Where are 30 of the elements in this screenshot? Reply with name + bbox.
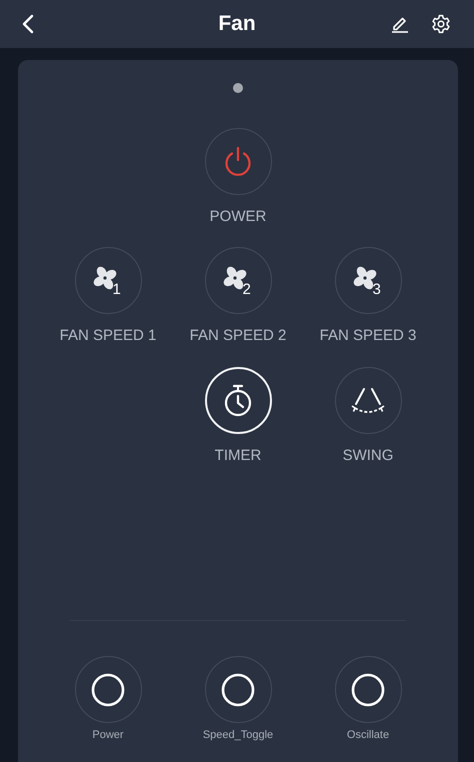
remote-key[interactable] [74, 656, 142, 723]
speed-number: 1 [112, 282, 121, 298]
remote-key[interactable]: 2 [204, 247, 272, 314]
key-label: TIMER [214, 446, 262, 465]
key-label: SWING [342, 446, 394, 465]
stopwatch-icon [223, 384, 253, 418]
key-label: Oscillate [346, 728, 390, 742]
remote-key[interactable] [204, 656, 272, 723]
circle-icon [91, 672, 125, 706]
remote-key[interactable]: 1 [74, 247, 142, 314]
remote-key[interactable] [334, 367, 402, 434]
circle-icon [221, 672, 255, 706]
pencil-icon[interactable] [391, 15, 409, 33]
key-label: FAN SPEED 3 [318, 326, 418, 345]
back-icon[interactable] [22, 14, 34, 34]
power-icon [223, 146, 253, 178]
remote-key[interactable]: 3 [334, 247, 402, 314]
key-label: POWER [208, 207, 268, 226]
key-label: FAN SPEED 2 [188, 326, 288, 345]
remote-key[interactable] [334, 656, 402, 723]
key-label: FAN SPEED 1 [58, 326, 158, 345]
key-label: Power [91, 728, 125, 742]
speed-number: 3 [372, 282, 381, 298]
window-title: Fan [218, 11, 256, 37]
settings-icon[interactable] [431, 14, 451, 34]
page-dot[interactable] [233, 83, 243, 93]
swing-icon [350, 386, 386, 416]
key-label: Speed_Toggle [202, 728, 274, 742]
speed-number: 2 [242, 282, 251, 298]
circle-icon [351, 672, 385, 706]
